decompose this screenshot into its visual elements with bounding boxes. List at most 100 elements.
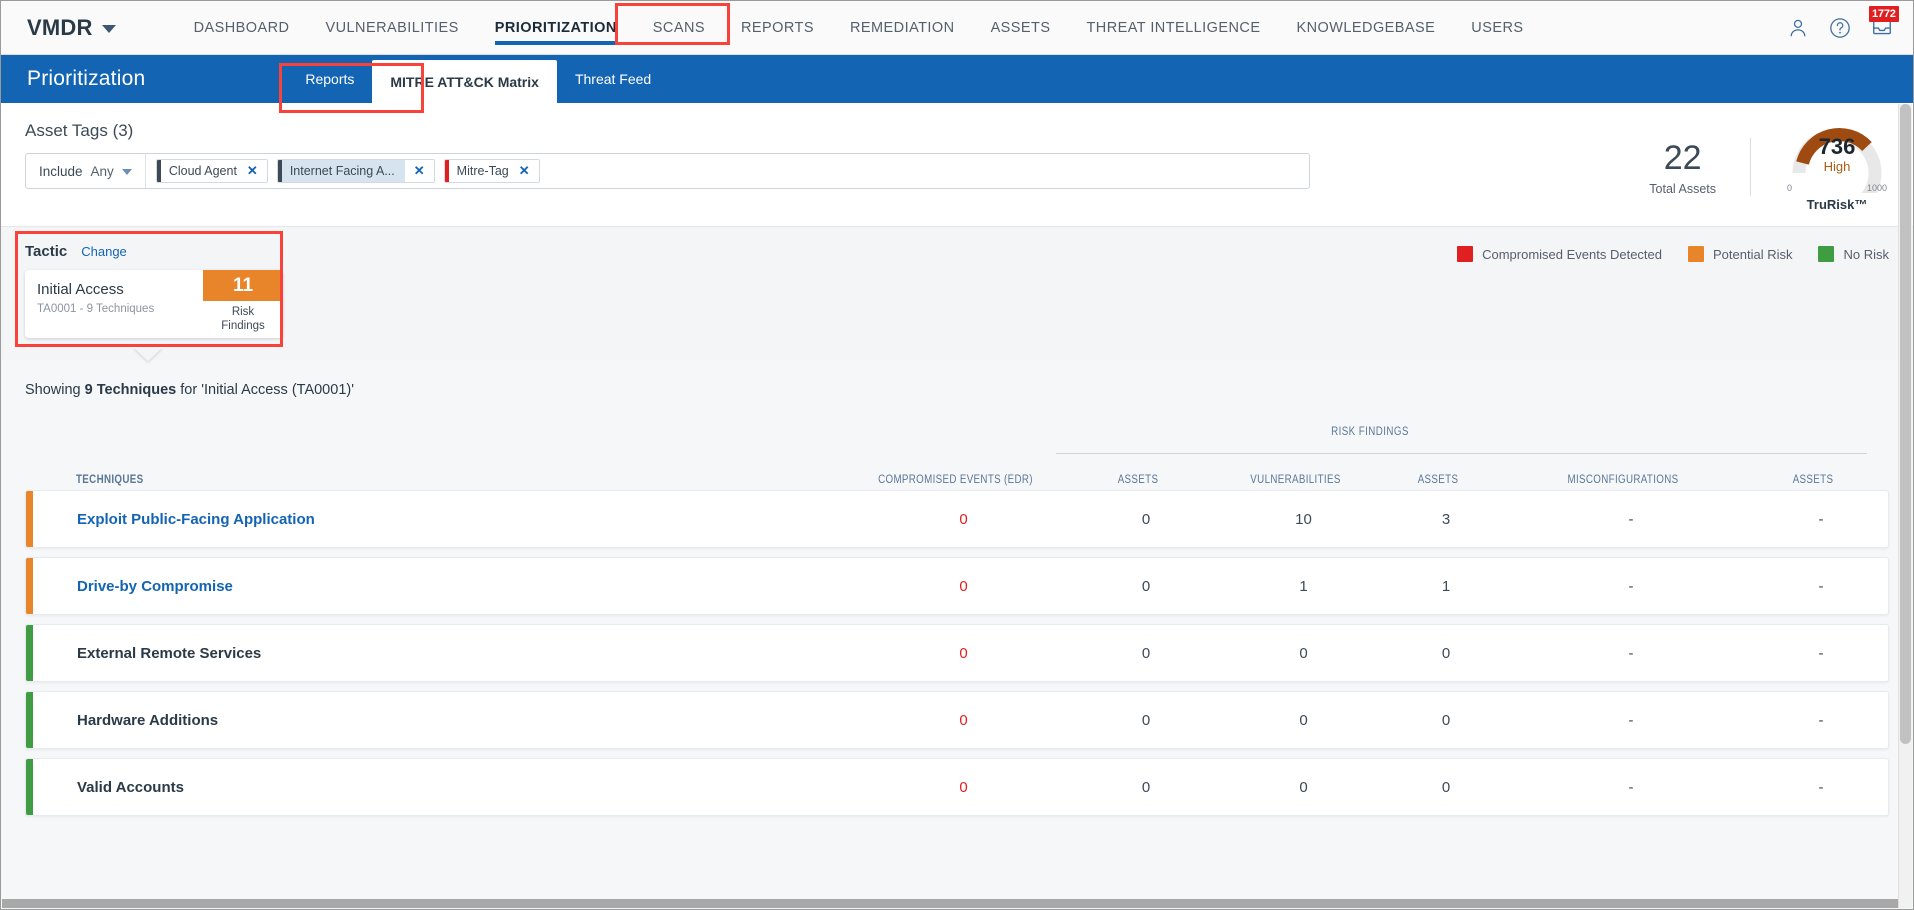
cell-misconfigurations: - [1628, 778, 1634, 796]
asset-tags-panel: Asset Tags (3) Include Any Cloud Agent ✕ I… [1, 103, 1913, 227]
risk-findings-group-header: RISK FINDINGS [25, 426, 1889, 460]
cell-assets-2: 0 [1441, 644, 1451, 662]
nav-link-vulnerabilities[interactable]: VULNERABILITIES [307, 1, 476, 55]
table-row[interactable]: External Remote Services 0 0 0 0 - - [25, 624, 1889, 682]
tag-chip[interactable]: Mitre-Tag ✕ [443, 159, 540, 183]
tactic-heading: Tactic [25, 243, 68, 260]
tag-chip[interactable]: Internet Facing A... ✕ [276, 159, 435, 183]
trurisk-scale: 0 1000 [1785, 183, 1889, 193]
header-assets-1: ASSETS [1117, 474, 1159, 486]
asset-tags-filter-box[interactable]: Include Any Cloud Agent ✕ Internet Facing … [25, 153, 1310, 189]
legend-label: Compromised Events Detected [1482, 246, 1662, 262]
subheader-tabs: Reports MITRE ATT&CK Matrix Threat Feed [287, 55, 669, 104]
nav-link-knowledgebase[interactable]: KNOWLEDGEBASE [1278, 1, 1453, 55]
showing-count: 9 Techniques [84, 382, 177, 398]
cell-vulnerabilities: 1 [1299, 577, 1308, 595]
include-selector[interactable]: Include Any [26, 154, 146, 188]
total-assets-metric: 22 Total Assets [1629, 137, 1751, 196]
trurisk-max: 1000 [1866, 183, 1887, 193]
include-label: Include [39, 163, 83, 179]
cell-compromised-events: 0 [959, 644, 968, 662]
asset-tags-left: Asset Tags (3) Include Any Cloud Agent ✕ I… [25, 121, 1609, 189]
page-title: Prioritization [27, 67, 146, 90]
tag-label: Mitre-Tag [456, 164, 509, 178]
brand-vmdr-menu[interactable]: VMDR [27, 15, 116, 41]
showing-text: Showing 9 Techniques for 'Initial Access… [25, 382, 1889, 398]
header-assets-2: ASSETS [1417, 474, 1459, 486]
row-risk-accent-bar [26, 625, 33, 681]
row-risk-accent-bar [26, 491, 33, 547]
nav-link-users[interactable]: USERS [1453, 1, 1541, 55]
trurisk-gauge: 736 High 0 1000 [1785, 121, 1889, 218]
header-vulnerabilities: VULNERABILITIES [1250, 474, 1341, 486]
vertical-scrollbar[interactable] [1898, 104, 1912, 908]
nav-link-threat-intelligence[interactable]: THREAT INTELLIGENCE [1068, 1, 1278, 55]
cell-assets-1: 0 [1141, 510, 1151, 528]
subtab-threat-feed[interactable]: Threat Feed [557, 55, 669, 103]
cell-assets-1: 0 [1141, 711, 1151, 729]
trurisk-min: 0 [1787, 183, 1793, 193]
techniques-table-body: Exploit Public-Facing Application 0 0 10 3- -… [25, 490, 1889, 816]
tactic-risk-caption: Risk Findings [203, 301, 283, 338]
nav-link-remediation[interactable]: REMEDIATION [832, 1, 973, 55]
risk-legend: Compromised Events Detected Potential Ris… [1457, 243, 1889, 262]
close-icon[interactable]: ✕ [519, 163, 539, 179]
tactic-name: Initial Access [37, 281, 124, 298]
tag-label: Cloud Agent [168, 164, 237, 178]
table-row[interactable]: Exploit Public-Facing Application 0 0 10 3 - - [25, 490, 1889, 548]
tactic-card-info: Initial Access TA0001 - 9 Techniques [25, 270, 203, 338]
chevron-down-icon [121, 169, 132, 175]
table-row[interactable]: Hardware Additions 0 0 0 0 - - [25, 691, 1889, 749]
cell-assets-1: 0 [1141, 644, 1151, 662]
technique-name-link[interactable]: Exploit Public-Facing Application [33, 511, 861, 528]
nav-link-scans[interactable]: SCANS [635, 1, 723, 55]
nav-link-assets[interactable]: ASSETS [973, 1, 1069, 55]
scrollbar-thumb[interactable] [1900, 104, 1911, 744]
header-compromised-events: COMPROMISED EVENTS (EDR) [878, 474, 1033, 486]
user-icon[interactable] [1787, 17, 1809, 39]
cell-vulnerabilities: 10 [1295, 510, 1312, 528]
inbox-icon[interactable]: 1772 [1869, 5, 1899, 39]
legend-swatch [1818, 246, 1835, 262]
tactic-card[interactable]: Initial Access TA0001 - 9 Techniques 11 … [25, 270, 283, 338]
cell-assets-2: 3 [1441, 510, 1451, 528]
subtab-mitre-att-ck-matrix[interactable]: MITRE ATT&CK Matrix [372, 60, 557, 104]
cell-assets-2: 0 [1441, 711, 1451, 729]
application-window: VMDR DASHBOARD VULNERABILITIES PRIORITIZAT… [0, 0, 1914, 910]
legend-item: No Risk [1818, 246, 1889, 262]
chevron-down-icon [101, 25, 116, 33]
cell-misconfigurations: - [1628, 644, 1634, 662]
subtab-reports[interactable]: Reports [287, 55, 372, 103]
include-value: Any [90, 163, 114, 179]
header-misconfigurations: MISCONFIGURATIONS [1567, 474, 1679, 486]
close-icon[interactable]: ✕ [404, 160, 434, 182]
legend-swatch [1457, 246, 1474, 262]
trurisk-label: TruRisk™ [1806, 197, 1868, 212]
technique-name: Valid Accounts [77, 778, 184, 796]
table-row[interactable]: Drive-by Compromise 0 0 1 1 - - [25, 557, 1889, 615]
close-icon[interactable]: ✕ [247, 163, 267, 179]
horizontal-scrollbar[interactable] [2, 899, 1898, 908]
summary-metrics: 22 Total Assets 736 High 0 1000 TruRisk™ [1609, 121, 1889, 218]
main-nav-links: DASHBOARD VULNERABILITIES PRIORITIZATION SC… [176, 1, 1542, 55]
cell-vulnerabilities: 0 [1299, 711, 1308, 729]
help-icon[interactable] [1829, 17, 1851, 39]
nav-right-icons: 1772 [1787, 5, 1913, 39]
technique-name: Hardware Additions [77, 711, 219, 729]
showing-prefix: Showing [25, 382, 85, 398]
table-row[interactable]: Valid Accounts 0 0 0 0 - - [25, 758, 1889, 816]
legend-item: Potential Risk [1688, 246, 1792, 262]
technique-name-link[interactable]: Drive-by Compromise [33, 578, 861, 595]
tactic-card-pointer [133, 347, 163, 361]
nav-link-reports[interactable]: REPORTS [723, 1, 832, 55]
tag-chip[interactable]: Cloud Agent ✕ [155, 159, 268, 183]
top-navigation-bar: VMDR DASHBOARD VULNERABILITIES PRIORITIZAT… [1, 1, 1913, 55]
row-risk-accent-bar [26, 692, 33, 748]
tactic-change-link[interactable]: Change [81, 244, 127, 259]
nav-link-prioritization[interactable]: PRIORITIZATION [477, 1, 635, 55]
nav-link-dashboard[interactable]: DASHBOARD [176, 1, 308, 55]
cell-misconfigurations: - [1628, 711, 1634, 729]
techniques-table-area: Showing 9 Techniques for 'Initial Access… [1, 360, 1913, 816]
tactic-risk-count: 11 [203, 270, 283, 301]
total-assets-value: 22 [1663, 138, 1702, 177]
